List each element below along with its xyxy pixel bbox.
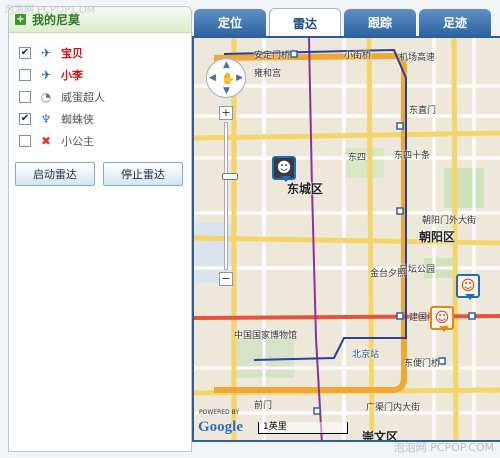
map-label: 东直门 [409, 106, 437, 116]
watermark-bottom: 泡泡网 PCPOP.COM [393, 441, 494, 454]
map-label: 金台夕照 [370, 269, 407, 279]
map-label: 机场高速 [399, 53, 436, 63]
friend-checkbox[interactable]: ✔ [19, 47, 31, 59]
hand-icon[interactable]: ✋ [221, 72, 235, 85]
app-frame: 泡泡网 PCPOP.COM + 我的尼莫 ✔ ✈ 宝贝 ✈ 小李 ◔ 威蛋超人 [0, 0, 500, 458]
zoom-in-button[interactable]: + [219, 106, 233, 120]
tab-radar[interactable]: 雷达 [269, 8, 341, 37]
friend-item[interactable]: ✔ ✈ 宝贝 [19, 42, 191, 64]
friend-marker-avatar[interactable]: ☻ [272, 156, 296, 182]
map-scale: 1英里 [258, 422, 348, 434]
friend-marker-avatar[interactable]: ☺ [430, 306, 454, 332]
map-label: 安定门桥 [254, 51, 291, 61]
friend-name: 宝贝 [61, 47, 83, 60]
radar-button-row: 启动雷达 停止雷达 [9, 152, 191, 186]
tab-track[interactable]: 跟踪 [344, 9, 416, 36]
map-label: 中国国家博物馆 [234, 331, 298, 341]
map-label: 东便门桥 [404, 359, 441, 369]
pan-control[interactable]: ▲ ◀ ▶ ▼ ✋ [206, 58, 246, 98]
friend-checkbox[interactable] [19, 135, 31, 147]
friend-item[interactable]: ◔ 威蛋超人 [19, 86, 191, 108]
friend-list: ✔ ✈ 宝贝 ✈ 小李 ◔ 威蛋超人 ✔ ♆ 蜘蛛侠 ✖ 小公主 [9, 33, 191, 152]
district-label: 东城区 [287, 182, 324, 196]
district-label: 朝阳区 [419, 230, 456, 244]
pan-up-icon[interactable]: ▲ [223, 60, 230, 70]
friend-marker-avatar[interactable]: ☺ [456, 274, 480, 300]
start-radar-button[interactable]: 启动雷达 [15, 162, 95, 186]
tab-footprint[interactable]: 足迹 [419, 9, 491, 36]
map-label: 小街桥 [344, 51, 372, 61]
tab-bar: 定位 雷达 跟踪 足迹 [192, 6, 500, 37]
google-logo[interactable]: Google [198, 419, 243, 436]
signal-icon: ◔ [40, 90, 52, 104]
friend-name: 蜘蛛侠 [61, 113, 94, 126]
map-label: 雍和宫 [254, 69, 282, 79]
friends-panel: + 我的尼莫 ✔ ✈ 宝贝 ✈ 小李 ◔ 威蛋超人 ✔ ♆ 蜘蛛侠 ✖ 小公主 … [8, 6, 192, 452]
map-label: 东四十条 [394, 151, 431, 161]
map-view[interactable]: 安定门桥 小街桥 机场高速 雍和宫 东四十条 东四 东直门 朝阳门外大街 东城区… [192, 36, 500, 442]
powered-by-text: POWERED BY [199, 409, 240, 416]
satellite-icon: ✈ [40, 68, 52, 82]
map-label: 朝阳门外大街 [422, 216, 477, 226]
district-label: 崇文区 [362, 430, 399, 442]
friend-name: 威蛋超人 [61, 91, 105, 104]
watermark-top: 泡泡网 PCPOP.COM [4, 5, 96, 16]
zoom-slider-thumb[interactable] [222, 173, 238, 180]
pan-left-icon[interactable]: ◀ [209, 73, 216, 83]
friend-name: 小公主 [61, 135, 94, 148]
map-label: 广渠门内大街 [366, 403, 421, 413]
friend-name: 小李 [61, 69, 83, 82]
satellite-icon: ✈ [40, 46, 52, 60]
zoom-track[interactable] [222, 122, 238, 270]
map-label: 北京站 [352, 350, 380, 360]
zoom-control: + − [219, 106, 238, 286]
map-label: 前门 [254, 401, 273, 411]
friend-item[interactable]: ✖ 小公主 [19, 130, 191, 152]
friend-checkbox[interactable]: ✔ [19, 113, 31, 125]
friend-item[interactable]: ✔ ♆ 蜘蛛侠 [19, 108, 191, 130]
zoom-out-button[interactable]: − [219, 272, 233, 286]
friend-checkbox[interactable] [19, 69, 31, 81]
tab-locate[interactable]: 定位 [194, 9, 266, 36]
friend-item[interactable]: ✈ 小李 [19, 64, 191, 86]
pan-right-icon[interactable]: ▶ [236, 73, 243, 83]
friend-checkbox[interactable] [19, 91, 31, 103]
stop-radar-button[interactable]: 停止雷达 [103, 162, 183, 186]
map-label: 东四 [348, 153, 367, 163]
antenna-icon: ♆ [40, 112, 52, 126]
offline-x-icon: ✖ [40, 134, 52, 148]
pan-down-icon[interactable]: ▼ [223, 86, 230, 96]
